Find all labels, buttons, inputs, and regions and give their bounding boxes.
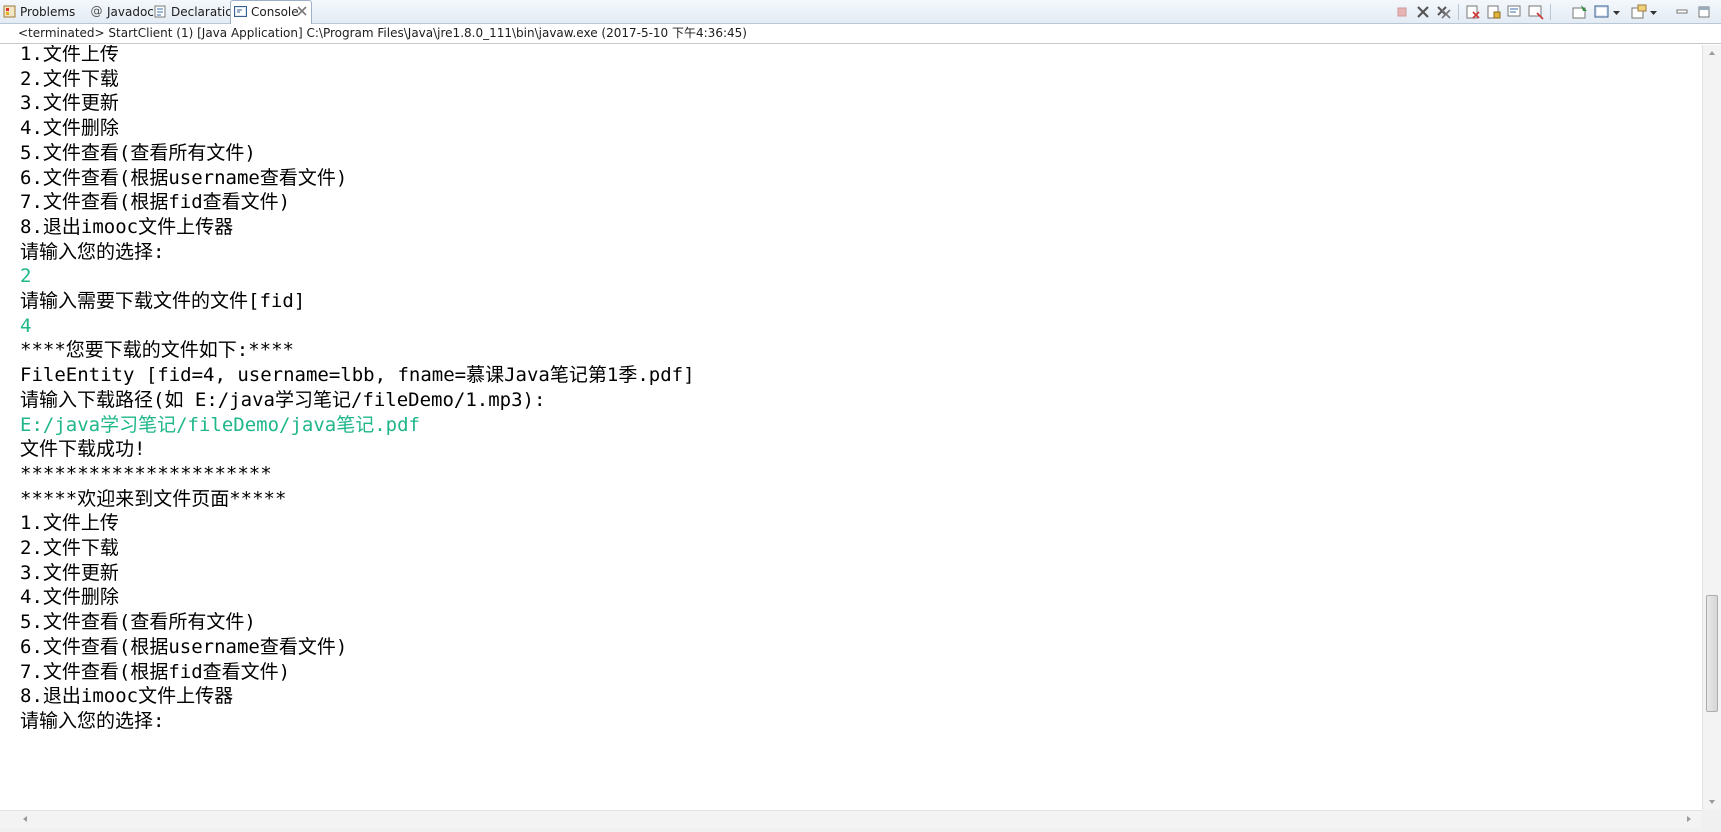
display-console-icon[interactable] [1594,4,1610,20]
console-output-line: 6.文件查看(根据username查看文件) [20,166,348,189]
scrollbar-corner [1702,810,1721,832]
open-console-menu-icon[interactable] [1649,4,1658,20]
toolbar-separator [1458,4,1459,20]
scroll-left-arrow-icon[interactable] [20,814,30,824]
console-output-line: 1.文件上传 [20,45,119,65]
console-output-line: 2.文件下载 [20,67,119,90]
scroll-up-arrow-icon[interactable] [1707,48,1717,58]
tab-label: Console [251,5,299,19]
console-output-line: 4.文件删除 [20,586,119,609]
maximize-icon[interactable] [1696,4,1712,20]
vertical-scrollbar[interactable] [1702,45,1721,810]
console-output-line: 3.文件更新 [20,92,119,115]
pin-console-icon[interactable] [1572,4,1588,20]
display-console-menu-icon[interactable] [1612,4,1621,20]
console-output-line: 3.文件更新 [20,561,119,584]
toolbar-separator [1550,4,1551,20]
tab-console[interactable]: Console [230,0,312,24]
console-output-line: 7.文件查看(根据fid查看文件) [20,191,291,214]
console-output-line: 请输入您的选择: [20,240,165,263]
show-on-output-icon[interactable] [1528,4,1544,20]
scroll-lock-icon[interactable] [1486,4,1502,20]
terminate-icon[interactable] [1394,4,1410,20]
console-output-line: 4.文件删除 [20,117,119,140]
remove-all-terminated-icon[interactable] [1436,4,1452,20]
console-output-line: *****欢迎来到文件页面***** [20,487,287,510]
problems-icon [3,5,16,18]
console-output-line: 8.退出imooc文件上传器 [20,215,234,238]
console-output-line: 请输入您的选择: [20,709,165,732]
vertical-scroll-thumb[interactable] [1706,595,1718,712]
console-output-line: 5.文件查看(查看所有文件) [20,611,256,634]
word-wrap-icon[interactable] [1507,4,1523,20]
scroll-down-arrow-icon[interactable] [1707,797,1717,807]
declaration-icon [154,5,166,18]
console-icon [234,6,247,17]
console-description: <terminated> StartClient (1) [Java Appli… [0,24,1721,44]
tab-label: Problems [20,5,76,19]
console-output-line: 6.文件查看(根据username查看文件) [20,635,348,658]
tab-label: Javadoc [107,5,154,19]
clear-console-icon[interactable] [1465,4,1481,20]
console-output-line: 2.文件下载 [20,537,119,559]
close-tab-icon[interactable] [297,6,307,16]
console-output-line: 8.退出imooc文件上传器 [20,685,234,708]
console-output-line: 请输入需要下载文件的文件[fid] [20,290,306,312]
console-output-line: 请输入下载路径(如 E:/java学习笔记/fileDemo/1.mp3): [20,388,546,411]
console-input-line: E:/java学习笔记/fileDemo/java笔记.pdf [20,413,420,436]
console-output-area[interactable]: 1.文件上传 2.文件下载 3.文件更新 4.文件删除 5.文件查看(查看所有文件) 6.… [0,45,1702,810]
console-input-line: 2 [20,265,32,288]
view-tab-bar: Problems @ Javadoc Declaration Console [0,0,1721,24]
console-output-line: 5.文件查看(查看所有文件) [20,141,256,164]
console-output-line: 1.文件上传 [20,512,119,535]
javadoc-at-icon: @ [90,4,103,18]
console-input-line: 4 [20,314,32,337]
scroll-right-arrow-icon[interactable] [1684,814,1694,824]
minimize-icon[interactable] [1674,4,1690,20]
console-output-line: ********************** [20,462,272,485]
horizontal-scrollbar[interactable] [0,810,1702,828]
console-output-line: 7.文件查看(根据fid查看文件) [20,660,291,683]
tab-problems[interactable]: Problems [0,1,86,23]
open-console-icon[interactable] [1631,4,1647,20]
remove-launch-icon[interactable] [1415,4,1431,20]
bottom-border [0,828,1702,832]
console-output-line: 文件下载成功! [20,438,146,461]
tab-javadoc[interactable]: @ Javadoc [87,1,154,23]
console-output-line: ****您要下载的文件如下:**** [20,339,294,362]
console-output-line: FileEntity [fid=4, username=lbb, fname=慕… [20,364,695,387]
tab-declaration[interactable]: Declaration [151,1,240,23]
